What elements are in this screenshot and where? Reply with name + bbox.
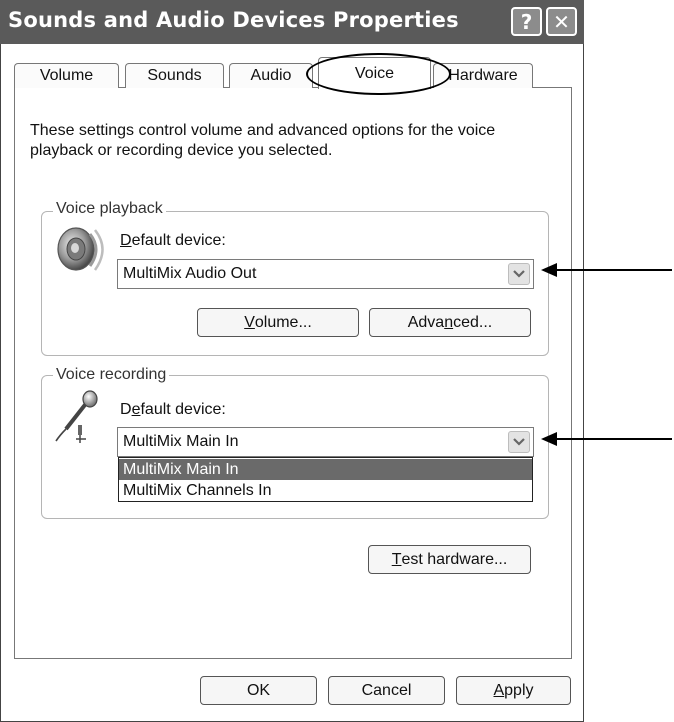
chevron-down-icon — [513, 438, 525, 446]
recording-dropdown-list[interactable]: MultiMix Main In MultiMix Channels In — [118, 457, 533, 502]
chevron-down-icon — [513, 270, 525, 278]
dropdown-option-channels-in[interactable]: MultiMix Channels In — [119, 480, 532, 501]
speaker-icon — [57, 227, 104, 271]
playback-device-combo[interactable]: MultiMix Audio Out — [117, 259, 534, 289]
tab-volume[interactable]: Volume — [14, 63, 119, 88]
help-icon: ? — [520, 9, 533, 34]
recording-dropdown-button[interactable] — [508, 431, 530, 453]
arrow-left-icon — [541, 432, 557, 446]
apply-button[interactable]: Apply — [456, 676, 571, 705]
cancel-button[interactable]: Cancel — [328, 676, 445, 705]
tab-hardware[interactable]: Hardware — [433, 63, 533, 88]
ok-button[interactable]: OK — [200, 676, 317, 705]
voice-recording-legend: Voice recording — [53, 366, 170, 384]
playback-device-label: Default device: — [120, 232, 226, 249]
test-hardware-button[interactable]: Test hardware... — [368, 545, 531, 574]
callout-arrow-recording-line — [556, 438, 672, 440]
volume-button[interactable]: Volume... — [197, 308, 359, 337]
tab-voice[interactable]: Voice — [318, 57, 431, 89]
title-bar[interactable]: Sounds and Audio Devices Properties ? ✕ — [0, 0, 584, 44]
advanced-button[interactable]: Adva n ced... — [369, 308, 531, 337]
close-button[interactable]: ✕ — [546, 7, 577, 36]
recording-device-value: MultiMix Main In — [123, 433, 239, 450]
callout-arrow-playback-line — [556, 269, 672, 271]
window-title: Sounds and Audio Devices Properties — [8, 8, 459, 32]
voice-playback-legend: Voice playback — [53, 200, 166, 218]
dropdown-option-main-in[interactable]: MultiMix Main In — [119, 459, 532, 480]
recording-device-combo[interactable]: MultiMix Main In — [117, 427, 534, 457]
tab-sounds[interactable]: Sounds — [125, 63, 224, 88]
microphone-icon — [55, 390, 98, 443]
playback-dropdown-button[interactable] — [508, 263, 530, 285]
recording-device-label: Default device: — [120, 401, 226, 418]
close-icon: ✕ — [553, 9, 570, 34]
help-button[interactable]: ? — [511, 7, 542, 36]
tab-audio[interactable]: Audio — [229, 63, 313, 88]
description-text: These settings control volume and advanc… — [30, 122, 496, 159]
playback-device-value: MultiMix Audio Out — [123, 265, 257, 282]
arrow-left-icon — [541, 263, 557, 277]
